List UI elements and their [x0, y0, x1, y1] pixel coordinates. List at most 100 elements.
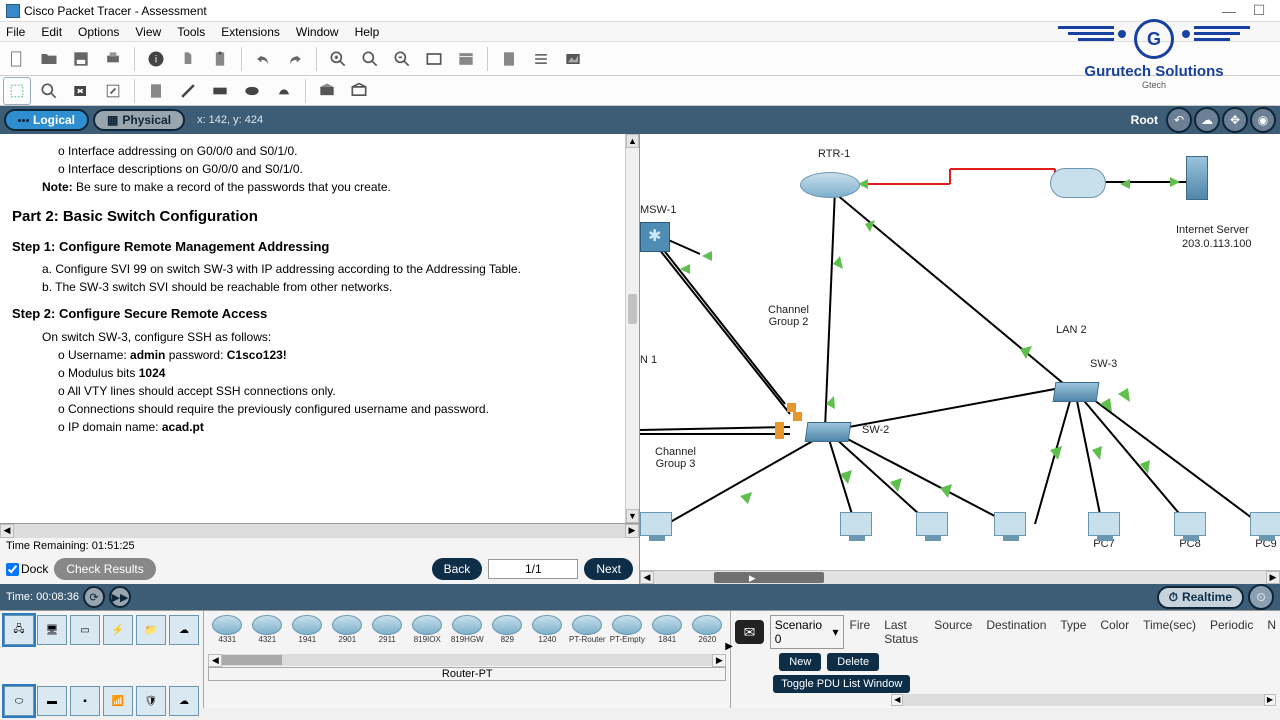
- maximize-button[interactable]: ☐: [1244, 2, 1274, 19]
- logical-view-button[interactable]: Logical: [4, 109, 89, 131]
- fast-forward-button[interactable]: ▶▶: [109, 586, 131, 608]
- notes-icon[interactable]: [496, 46, 522, 72]
- root-button[interactable]: Root: [1131, 113, 1158, 127]
- device-msw1[interactable]: [640, 222, 670, 252]
- category-connections[interactable]: ⚡: [103, 615, 133, 645]
- zoom-out-icon[interactable]: [389, 46, 415, 72]
- line-tool-icon[interactable]: [175, 78, 201, 104]
- device-pc[interactable]: [916, 512, 948, 536]
- router-item[interactable]: 2620: [688, 615, 726, 651]
- dock-checkbox[interactable]: Dock: [6, 562, 48, 576]
- nav-move-button[interactable]: ✥: [1222, 107, 1248, 133]
- router-item[interactable]: 2911: [368, 615, 406, 651]
- router-item[interactable]: PT-Empty: [608, 615, 646, 651]
- device-pc-pc7[interactable]: PC7: [1088, 512, 1120, 550]
- activity-wizard-icon[interactable]: i: [143, 46, 169, 72]
- save-icon[interactable]: [68, 46, 94, 72]
- category-multiuser[interactable]: ☁: [169, 615, 199, 645]
- router-item[interactable]: PT-Router: [568, 615, 606, 651]
- menu-window[interactable]: Window: [296, 25, 339, 39]
- subcategory-switches[interactable]: ▬: [37, 686, 67, 716]
- resize-icon[interactable]: [100, 78, 126, 104]
- rectangle-tool-icon[interactable]: [207, 78, 233, 104]
- new-file-icon[interactable]: [4, 46, 30, 72]
- place-note-icon[interactable]: [143, 78, 169, 104]
- device-cloud[interactable]: [1050, 168, 1106, 198]
- image-icon[interactable]: [560, 46, 586, 72]
- router-item[interactable]: 4331: [208, 615, 246, 651]
- subcategory-security[interactable]: 🛡: [136, 686, 166, 716]
- check-results-button[interactable]: Check Results: [54, 558, 155, 580]
- pdu-new-button[interactable]: New: [779, 653, 821, 671]
- pdu-delete-button[interactable]: Delete: [827, 653, 879, 671]
- router-item[interactable]: 819IOX: [408, 615, 446, 651]
- scenario-select[interactable]: Scenario 0▾: [770, 615, 844, 649]
- drawing-palette-icon[interactable]: [421, 46, 447, 72]
- custom-devices-icon[interactable]: [453, 46, 479, 72]
- subcategory-routers[interactable]: ⬭: [4, 686, 34, 716]
- device-pc[interactable]: [994, 512, 1026, 536]
- delete-tool-icon[interactable]: [68, 78, 94, 104]
- inspect-icon[interactable]: [36, 78, 62, 104]
- subcategory-wan[interactable]: ☁: [169, 686, 199, 716]
- pdu-envelope-icon[interactable]: ✉: [735, 620, 763, 644]
- device-switch-sw3[interactable]: [1054, 382, 1098, 402]
- topology-hscroll[interactable]: ◀▸▶: [640, 570, 1280, 584]
- freeform-tool-icon[interactable]: [271, 78, 297, 104]
- device-switch-sw2[interactable]: [806, 422, 850, 442]
- menu-help[interactable]: Help: [355, 25, 380, 39]
- router-item[interactable]: 1841: [648, 615, 686, 651]
- router-item[interactable]: 1240: [528, 615, 566, 651]
- complex-pdu-icon[interactable]: [346, 78, 372, 104]
- subcategory-hubs[interactable]: ▪: [70, 686, 100, 716]
- instructions-hscroll[interactable]: ◀▶: [0, 524, 639, 538]
- simulation-mode-button[interactable]: ⏲: [1248, 584, 1274, 610]
- page-input[interactable]: [488, 559, 578, 579]
- zoom-reset-icon[interactable]: [357, 46, 383, 72]
- category-components[interactable]: ▭: [70, 615, 100, 645]
- subcategory-wireless[interactable]: 📶: [103, 686, 133, 716]
- router-item[interactable]: 829: [488, 615, 526, 651]
- topology-canvas[interactable]: RTR-1 Internet Server 203.0.113.100 MSW-…: [640, 134, 1280, 584]
- router-item[interactable]: 4321: [248, 615, 286, 651]
- device-pc[interactable]: [640, 512, 672, 536]
- ellipse-tool-icon[interactable]: [239, 78, 265, 104]
- menu-file[interactable]: File: [6, 25, 25, 39]
- next-button[interactable]: Next: [584, 558, 633, 580]
- menu-view[interactable]: View: [135, 25, 161, 39]
- zoom-in-icon[interactable]: [325, 46, 351, 72]
- category-end-devices[interactable]: 🖥: [37, 615, 67, 645]
- minimize-button[interactable]: —: [1214, 3, 1244, 19]
- open-folder-icon[interactable]: [36, 46, 62, 72]
- power-cycle-button[interactable]: ⟳: [83, 586, 105, 608]
- undo-icon[interactable]: [250, 46, 276, 72]
- device-internet-server[interactable]: [1186, 156, 1208, 200]
- simple-pdu-icon[interactable]: [314, 78, 340, 104]
- back-button[interactable]: Back: [432, 558, 483, 580]
- category-network-devices[interactable]: 🖧: [4, 615, 34, 645]
- router-item[interactable]: 1941: [288, 615, 326, 651]
- print-icon[interactable]: [100, 46, 126, 72]
- list-icon[interactable]: [528, 46, 554, 72]
- nav-viewport-button[interactable]: ◉: [1250, 107, 1276, 133]
- select-tool-icon[interactable]: [4, 78, 30, 104]
- instructions-scrollbar[interactable]: ▲▼: [625, 134, 639, 523]
- nav-cluster-button[interactable]: ☁: [1194, 107, 1220, 133]
- menu-options[interactable]: Options: [78, 25, 119, 39]
- router-item[interactable]: 819HGW: [448, 615, 486, 651]
- router-item[interactable]: 2901: [328, 615, 366, 651]
- device-pc-pc8[interactable]: PC8: [1174, 512, 1206, 550]
- copy-icon[interactable]: [175, 46, 201, 72]
- realtime-mode-button[interactable]: ⏱Realtime: [1157, 586, 1244, 609]
- menu-edit[interactable]: Edit: [41, 25, 62, 39]
- device-pc-pc9[interactable]: PC9: [1250, 512, 1280, 550]
- category-misc[interactable]: 📁: [136, 615, 166, 645]
- device-pc[interactable]: [840, 512, 872, 536]
- redo-icon[interactable]: [282, 46, 308, 72]
- menu-extensions[interactable]: Extensions: [221, 25, 280, 39]
- device-router-rtr1[interactable]: [800, 172, 860, 198]
- menu-tools[interactable]: Tools: [177, 25, 205, 39]
- physical-view-button[interactable]: ▦Physical: [93, 109, 185, 131]
- nav-back-button[interactable]: ↶: [1166, 107, 1192, 133]
- paste-icon[interactable]: [207, 46, 233, 72]
